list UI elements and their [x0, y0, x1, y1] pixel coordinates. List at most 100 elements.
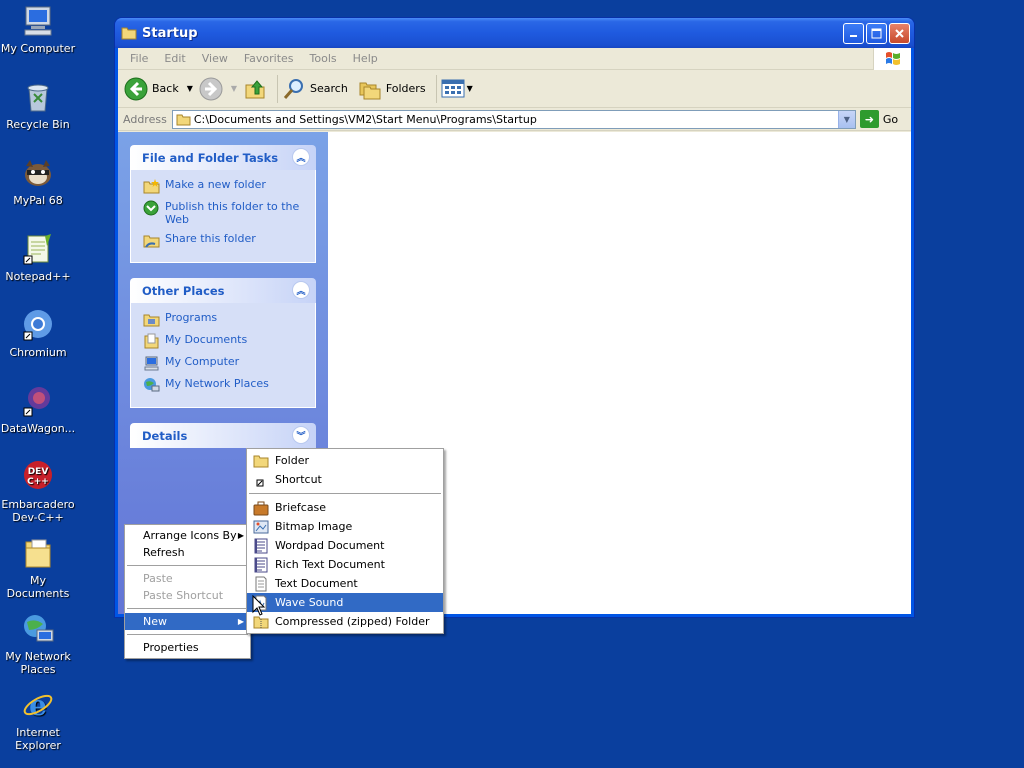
chevron-down-icon[interactable]: ▼ [231, 84, 237, 93]
new-item-compressed-folder[interactable]: Compressed (zipped) Folder [247, 612, 443, 631]
new-item-text-document[interactable]: Text Document [247, 574, 443, 593]
window-title: Startup [142, 25, 198, 41]
minimize-button[interactable] [843, 22, 864, 44]
menu-item-label: Properties [143, 641, 199, 654]
close-icon [895, 28, 904, 38]
shortcut-icon [256, 479, 264, 486]
up-folder-button[interactable] [243, 77, 267, 101]
menu-item-refresh[interactable]: Refresh [125, 544, 250, 561]
search-button[interactable]: Search [282, 77, 348, 101]
desktop-icon-my-computer[interactable]: My Computer [0, 4, 76, 55]
desktop-icon-chromium[interactable]: Chromium [0, 308, 76, 359]
back-label: Back [152, 82, 179, 95]
mypal-icon [21, 156, 55, 190]
recycle-bin-icon [21, 80, 55, 114]
expand-icon[interactable]: ︾ [292, 426, 310, 444]
other-places-panel: Other Places ︽ Programs My Documents My … [130, 278, 316, 408]
desktop-icon-internet-explorer[interactable]: e Internet Explorer [0, 688, 76, 752]
briefcase-icon [253, 501, 269, 515]
my-network-places-link[interactable]: My Network Places [143, 377, 309, 393]
link-label: Publish this folder to the Web [165, 200, 300, 226]
desktop-icon-label: MyPal 68 [13, 194, 63, 207]
minimize-icon [850, 34, 857, 37]
address-dropdown-button[interactable]: ▼ [837, 110, 855, 128]
publish-web-link[interactable]: Publish this folder to the Web [143, 200, 309, 226]
menu-item-label: Wave Sound [275, 596, 344, 609]
programs-folder-icon [143, 314, 160, 327]
title-bar[interactable]: Startup [115, 18, 914, 48]
new-item-folder[interactable]: Folder [247, 451, 443, 470]
svg-text:C++: C++ [27, 477, 49, 487]
address-label: Address [123, 112, 167, 126]
menu-separator [127, 634, 248, 635]
desktop-icon-network-places[interactable]: My Network Places [0, 612, 76, 676]
menu-item-paste: Paste [125, 570, 250, 587]
collapse-icon[interactable]: ︽ [292, 148, 310, 166]
menu-item-properties[interactable]: Properties [125, 639, 250, 656]
svg-text:DEV: DEV [28, 467, 49, 477]
address-input[interactable]: C:\Documents and Settings\VM2\Start Menu… [171, 109, 856, 129]
desktop-icon-my-documents[interactable]: My Documents [0, 536, 76, 600]
menu-separator [127, 565, 248, 566]
menu-item-label: Paste Shortcut [143, 589, 224, 602]
new-item-wordpad-document[interactable]: Wordpad Document [247, 536, 443, 555]
menu-file[interactable]: File [122, 52, 156, 65]
new-item-rich-text-document[interactable]: Rich Text Document [247, 555, 443, 574]
menu-help[interactable]: Help [345, 52, 386, 65]
share-folder-icon [143, 235, 160, 248]
desktop-icon-mypal[interactable]: MyPal 68 [0, 156, 76, 207]
file-folder-tasks-panel: File and Folder Tasks ︽ Make a new folde… [130, 145, 316, 263]
new-item-shortcut[interactable]: Shortcut [247, 470, 443, 489]
chromium-icon [21, 308, 55, 342]
collapse-icon[interactable]: ︽ [292, 281, 310, 299]
go-label: Go [882, 112, 899, 126]
programs-link[interactable]: Programs [143, 311, 309, 327]
notepadpp-icon [21, 232, 55, 266]
menu-item-label: Bitmap Image [275, 520, 353, 533]
desktop-icon-label: Notepad++ [5, 270, 71, 283]
menu-edit[interactable]: Edit [156, 52, 193, 65]
menu-tools[interactable]: Tools [302, 52, 345, 65]
details-header[interactable]: Details ︾ [130, 423, 316, 448]
share-folder-link[interactable]: Share this folder [143, 232, 309, 248]
menu-item-new[interactable]: New ▶ [125, 613, 250, 630]
menu-bar: File Edit View Favorites Tools Help [118, 48, 911, 70]
devcpp-icon: DEV C++ [21, 460, 55, 494]
close-button[interactable] [889, 22, 910, 44]
make-new-folder-link[interactable]: Make a new folder [143, 178, 309, 194]
chevron-down-icon[interactable]: ▼ [187, 84, 193, 93]
desktop-icon-datawagon[interactable]: DataWagon... [0, 384, 76, 435]
menu-favorites[interactable]: Favorites [236, 52, 302, 65]
desktop-icon-label: My Computer [0, 42, 76, 55]
search-label: Search [310, 82, 348, 95]
menu-item-paste-shortcut: Paste Shortcut [125, 587, 250, 604]
maximize-button[interactable] [866, 22, 887, 44]
chevron-down-icon: ▼ [466, 84, 473, 93]
go-button[interactable]: ➜ Go [859, 110, 899, 128]
link-label: Make a new folder [165, 178, 266, 191]
new-item-briefcase[interactable]: Briefcase [247, 498, 443, 517]
new-item-bitmap-image[interactable]: Bitmap Image [247, 517, 443, 536]
my-documents-link[interactable]: My Documents [143, 333, 309, 349]
folders-button[interactable]: Folders [358, 77, 426, 101]
desktop-icon-devcpp[interactable]: DEV C++ Embarcadero Dev-C++ [0, 460, 76, 524]
views-button[interactable]: ▼ [441, 78, 473, 100]
menu-item-arrange-icons-by[interactable]: Arrange Icons By ▶ [125, 527, 250, 544]
internet-explorer-icon: e [21, 688, 55, 722]
file-folder-tasks-header[interactable]: File and Folder Tasks ︽ [130, 145, 316, 170]
menu-item-label: Paste [143, 572, 173, 585]
folder-icon [253, 455, 269, 467]
menu-view[interactable]: View [194, 52, 236, 65]
toolbar-separator [277, 74, 279, 103]
desktop-icon-label: Recycle Bin [6, 118, 70, 131]
back-button[interactable]: Back ▼ [124, 77, 193, 101]
forward-button[interactable]: ▼ [199, 77, 237, 101]
desktop-icon-notepadpp[interactable]: Notepad++ [0, 232, 76, 283]
desktop-icon-label: My Network Places [5, 650, 71, 676]
other-places-header[interactable]: Other Places ︽ [130, 278, 316, 303]
menu-separator [127, 608, 248, 609]
new-item-wave-sound[interactable]: Wave Sound [247, 593, 443, 612]
wordpad-document-icon [254, 538, 268, 553]
desktop-icon-recycle-bin[interactable]: Recycle Bin [0, 80, 76, 131]
my-computer-link[interactable]: My Computer [143, 355, 309, 371]
